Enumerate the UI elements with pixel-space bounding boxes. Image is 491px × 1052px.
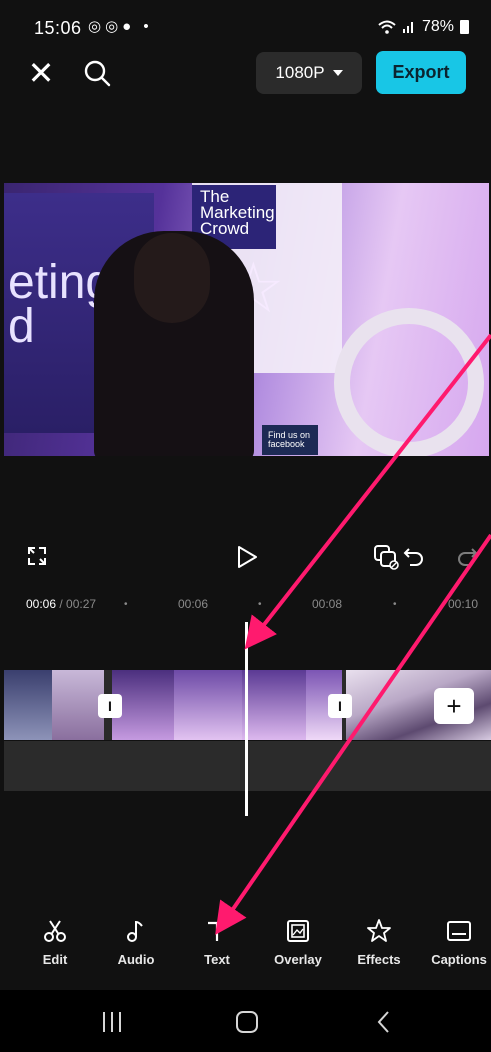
recent-apps-icon[interactable]: [101, 1012, 123, 1032]
fullscreen-icon[interactable]: [26, 545, 48, 567]
add-clip-button[interactable]: +: [434, 688, 474, 724]
edit-tool-button[interactable]: Edit: [20, 918, 90, 967]
export-button[interactable]: Export: [376, 51, 466, 94]
playhead[interactable]: [245, 622, 248, 816]
tool-label: Captions: [431, 952, 487, 967]
chevron-down-icon: [332, 70, 343, 76]
text-tool-button[interactable]: Text: [182, 918, 252, 967]
undo-icon[interactable]: [402, 545, 426, 567]
video-facebook-text: Find us on facebook: [268, 430, 311, 449]
wifi-icon: [378, 20, 396, 34]
ruler-tick: 00:10: [448, 597, 479, 611]
ruler-dot: •: [124, 599, 128, 610]
current-time: 00:06: [26, 597, 57, 611]
clip-thumbnail: [52, 670, 104, 740]
overlay-icon: [287, 920, 309, 942]
timecode: 00:06 / 00:27: [26, 597, 96, 611]
battery-percent: 78%: [421, 18, 454, 35]
redo-icon[interactable]: [455, 545, 479, 567]
ruler-dot: •: [393, 599, 397, 610]
transition-button[interactable]: I: [98, 694, 122, 718]
clip-thumbnail: [4, 670, 52, 740]
ruler-dot: •: [258, 599, 262, 610]
text-icon: [208, 921, 226, 941]
effects-star-icon: [367, 919, 391, 942]
search-icon[interactable]: [82, 58, 112, 88]
close-icon[interactable]: ✕: [26, 55, 56, 91]
ruler-tick: 00:08: [312, 597, 343, 611]
tool-label: Overlay: [274, 952, 322, 967]
resolution-label: 1080P: [275, 63, 325, 82]
keyframe-icon[interactable]: [372, 543, 402, 571]
total-time: / 00:27: [59, 597, 97, 611]
clip-thumbnail: [174, 670, 242, 740]
battery-icon: [460, 20, 469, 34]
tool-label: Effects: [357, 952, 401, 967]
scissors-icon: [44, 920, 66, 942]
play-icon[interactable]: [236, 545, 258, 569]
clip-thumbnail: [242, 670, 306, 740]
tool-label: Edit: [42, 952, 68, 967]
audio-tool-button[interactable]: Audio: [101, 918, 171, 967]
signal-icon: [402, 22, 413, 33]
status-time: 15:06: [34, 18, 82, 38]
home-icon[interactable]: [236, 1011, 258, 1033]
resolution-dropdown[interactable]: 1080P: [256, 52, 362, 94]
video-preview[interactable]: eting d The Marketing Crowd ☆ Find us on fac…: [4, 183, 489, 456]
overlay-tool-button[interactable]: Overlay: [263, 918, 333, 967]
captions-icon: [447, 921, 471, 941]
tool-label: Text: [204, 952, 230, 967]
video-sign-text: The Marketing Crowd: [200, 187, 275, 238]
tool-label: Audio: [117, 952, 155, 967]
transition-button[interactable]: I: [328, 694, 352, 718]
video-ring-light: [334, 308, 484, 456]
effects-tool-button[interactable]: Effects: [344, 918, 414, 967]
notification-icons: ◎◎● •: [88, 18, 153, 35]
back-icon[interactable]: [374, 1009, 394, 1035]
status-right: 78%: [378, 18, 469, 36]
video-person-head: [134, 233, 210, 323]
ruler-tick: 00:06: [178, 597, 209, 611]
music-note-icon: [127, 920, 143, 942]
captions-tool-button[interactable]: Captions: [424, 918, 491, 967]
